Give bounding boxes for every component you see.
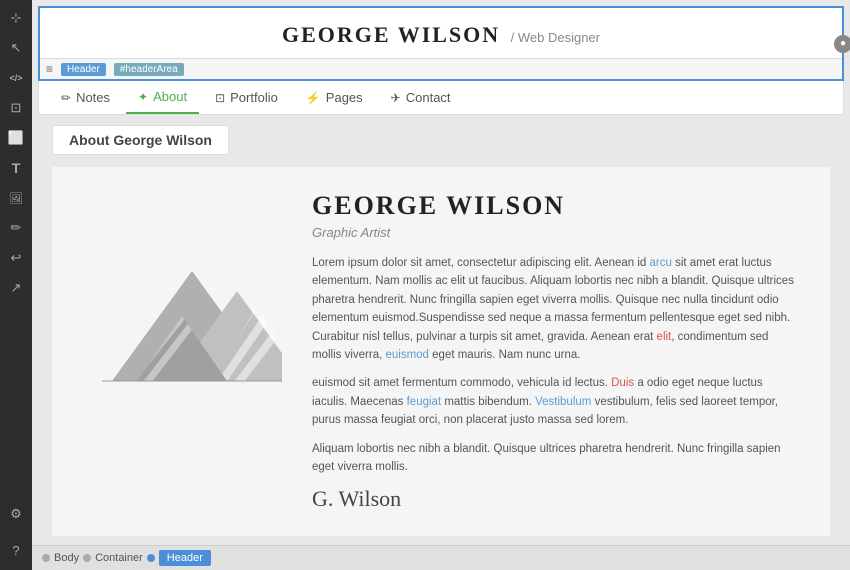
settings-icon[interactable]: ⚙ (2, 500, 30, 528)
cursor-icon[interactable]: ↖ (2, 34, 30, 62)
share-icon[interactable]: ↗ (2, 274, 30, 302)
page-content: About George Wilson (38, 115, 844, 545)
container-dot (83, 554, 91, 562)
person-name: GEORGE WILSON (312, 191, 800, 221)
portfolio-icon: ⊡ (215, 91, 225, 105)
person-title: Graphic Artist (312, 225, 800, 240)
about-section-label: About George Wilson (52, 125, 229, 155)
nav-portfolio[interactable]: ⊡ Portfolio (203, 82, 290, 113)
undo-icon[interactable]: ↩ (2, 244, 30, 272)
signature: G. Wilson (312, 486, 800, 512)
help-icon[interactable]: ? (2, 536, 30, 564)
about-para-3: Aliquam lobortis nec nibh a blandit. Qui… (312, 440, 800, 477)
mountain-illustration (82, 191, 282, 391)
main-area: GEORGE WILSON / Web Designer ≡ Header #h… (32, 0, 850, 570)
breadcrumb-container[interactable]: Container (95, 552, 143, 564)
left-sidebar: ⊹ ↖ </> ⊡ ⬜ T 🖼 ✏ ↩ ↗ ⚙ ? (0, 0, 32, 570)
body-dot (42, 554, 50, 562)
breadcrumb-body[interactable]: Body (54, 552, 79, 564)
header-section: GEORGE WILSON / Web Designer ≡ Header #h… (38, 6, 844, 81)
header-toolbar: ≡ Header #headerArea (40, 58, 842, 79)
nav-pages[interactable]: ⚡ Pages (294, 82, 375, 113)
contact-icon: ✈ (391, 91, 401, 105)
about-card: GEORGE WILSON Graphic Artist Lorem ipsum… (52, 167, 830, 536)
site-header: GEORGE WILSON / Web Designer (40, 8, 842, 58)
hamburger-icon[interactable]: ≡ (46, 62, 53, 76)
resize-handle[interactable]: ● (834, 35, 850, 53)
site-name: GEORGE WILSON (282, 22, 500, 47)
pages-icon: ⚡ (306, 91, 321, 105)
code-icon[interactable]: </> (2, 64, 30, 92)
draw-icon[interactable]: ✏ (2, 214, 30, 242)
pointer-icon[interactable]: ⊹ (2, 4, 30, 32)
status-bar: Body Container Header (32, 545, 850, 570)
breadcrumb-header[interactable]: Header (159, 550, 211, 566)
about-icon: ✦ (138, 90, 148, 104)
about-para-1: Lorem ipsum dolor sit amet, consectetur … (312, 254, 800, 364)
header-dot (147, 554, 155, 562)
box-icon[interactable]: ⬜ (2, 124, 30, 152)
about-para-2: euismod sit amet fermentum commodo, vehi… (312, 374, 800, 429)
header-area-tag: #headerArea (114, 63, 184, 76)
page-icon[interactable]: ⊡ (2, 94, 30, 122)
nav-about[interactable]: ✦ About (126, 81, 199, 114)
text-icon[interactable]: T (2, 154, 30, 182)
mountain-svg (82, 211, 282, 391)
header-tag: Header (61, 63, 106, 76)
image-icon[interactable]: 🖼 (2, 184, 30, 212)
site-role: / Web Designer (511, 30, 600, 45)
nav-notes[interactable]: ✏ Notes (49, 82, 122, 113)
nav-bar: ✏ Notes ✦ About ⊡ Portfolio ⚡ Pages ✈ Co… (38, 81, 844, 115)
about-text-area: GEORGE WILSON Graphic Artist Lorem ipsum… (312, 191, 800, 512)
nav-contact[interactable]: ✈ Contact (379, 82, 463, 113)
notes-icon: ✏ (61, 91, 71, 105)
